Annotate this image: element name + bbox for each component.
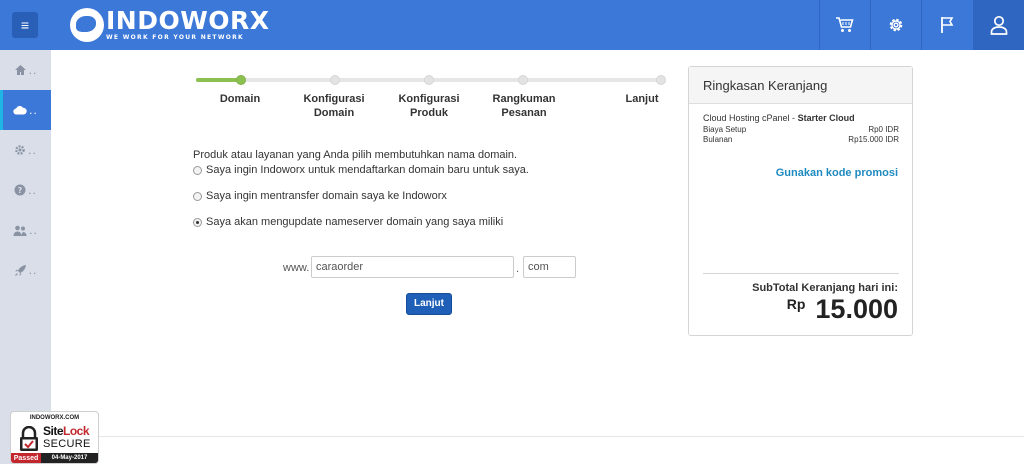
notifications-button[interactable] [921,0,972,50]
www-prefix: www. [283,262,310,274]
tld-input[interactable]: com [523,256,576,278]
sidebar-item-help[interactable]: ? .. [0,170,51,210]
option-update-nameserver[interactable]: Saya akan mengupdate nameserver domain y… [193,216,503,228]
sidebar-item-dots: .. [29,103,38,117]
sidebar-item-dots: .. [29,223,38,237]
option-label: Saya ingin mentransfer domain saya ke In… [206,190,447,202]
top-bar: ≡ INDOWORX WE WORK FOR YOUR NETWORK [0,0,1024,50]
globe-icon [70,8,104,42]
cart-divider [703,273,899,274]
total-amount: 15.000 [815,294,898,324]
cart-summary-title: Ringkasan Keranjang [689,67,912,104]
svg-text:?: ? [18,186,23,195]
account-button[interactable] [973,0,1024,50]
gear-icon [15,145,25,155]
cart-product-name: Cloud Hosting cPanel - Starter Cloud [703,113,855,123]
option-register-domain[interactable]: Saya ingin Indoworx untuk mendaftarkan d… [193,164,529,176]
domain-intro-text: Produk atau layanan yang Anda pilih memb… [193,149,518,161]
sidebar-item-dots: .. [28,143,37,157]
sidebar: .. .. .. ? .. .. .. [0,50,51,464]
footer-divider [51,436,1024,437]
cart-button[interactable] [819,0,870,50]
promo-code-link[interactable]: Gunakan kode promosi [776,167,898,179]
rocket-icon [14,264,26,276]
step-label-summary: Rangkuman Pesanan [492,93,556,119]
radio-update-nameserver[interactable] [193,217,202,227]
flag-icon [941,17,954,33]
settings-button[interactable] [870,0,921,50]
sidebar-item-home[interactable]: .. [0,50,51,90]
progress-fill [196,78,239,82]
sitelock-badge[interactable]: INDOWORX.COM SiteLock SECURE Passed 04-M… [10,411,99,464]
step-label-domain-config: Konfigurasi Domain [303,93,365,119]
sidebar-item-dots: .. [28,63,38,77]
padlock-icon [20,426,38,451]
menu-button[interactable]: ≡ [12,12,38,38]
radio-register-domain[interactable] [193,165,202,175]
cart-row-setup: Biaya Setup Rp0 IDR [703,125,899,134]
step-label-domain: Domain [219,93,261,105]
sitelock-passed: Passed [13,455,39,462]
step-marker-domain [236,75,246,85]
hamburger-icon: ≡ [20,17,30,33]
sitelock-secure: SECURE [43,438,91,450]
cloud-icon [13,106,27,115]
sidebar-item-dots: .. [28,183,37,197]
step-label-continue: Lanjut [625,93,659,105]
domain-name-input[interactable]: caraorder [311,256,514,278]
logo-tagline: WE WORK FOR YOUR NETWORK [106,34,245,41]
sidebar-item-cloud[interactable]: .. [0,90,51,130]
step-marker-domain-config [330,75,340,85]
step-marker-continue [656,75,666,85]
sidebar-item-dots: .. [28,263,38,277]
step-label-product-config: Konfigurasi Produk [398,93,460,119]
step-marker-product-config [424,75,434,85]
help-icon: ? [14,184,26,196]
user-icon [990,15,1008,35]
radio-transfer-domain[interactable] [193,191,202,201]
domain-separator: . [516,263,520,275]
sidebar-item-launch[interactable]: .. [0,250,51,290]
home-icon [14,65,26,75]
cart-total: Rp 15.000 [787,294,898,325]
brand-logo[interactable]: INDOWORX WE WORK FOR YOUR NETWORK [70,6,270,44]
sitelock-date: 04-May-2017 [41,453,98,463]
continue-button[interactable]: Lanjut [406,293,452,315]
cart-row-monthly: Bulanan Rp15.000 IDR [703,135,899,144]
option-label: Saya ingin Indoworx untuk mendaftarkan d… [206,164,529,176]
users-icon [13,225,27,236]
sitelock-domain: INDOWORX.COM [29,415,80,421]
gear-icon [889,18,903,32]
subtotal-label: SubTotal Keranjang hari ini: [752,282,898,294]
cart-icon [836,17,854,32]
logo-text: INDOWORX [106,6,270,35]
option-transfer-domain[interactable]: Saya ingin mentransfer domain saya ke In… [193,190,447,202]
total-currency: Rp [786,296,806,312]
sitelock-brand: SiteLock [43,424,90,438]
cart-summary-panel: Ringkasan Keranjang Cloud Hosting cPanel… [688,66,913,336]
step-marker-summary [518,75,528,85]
sitelock-status-bar: Passed 04-May-2017 [11,453,98,463]
sidebar-item-settings[interactable]: .. [0,130,51,170]
option-label: Saya akan mengupdate nameserver domain y… [206,216,504,228]
sidebar-item-users[interactable]: .. [0,210,51,250]
